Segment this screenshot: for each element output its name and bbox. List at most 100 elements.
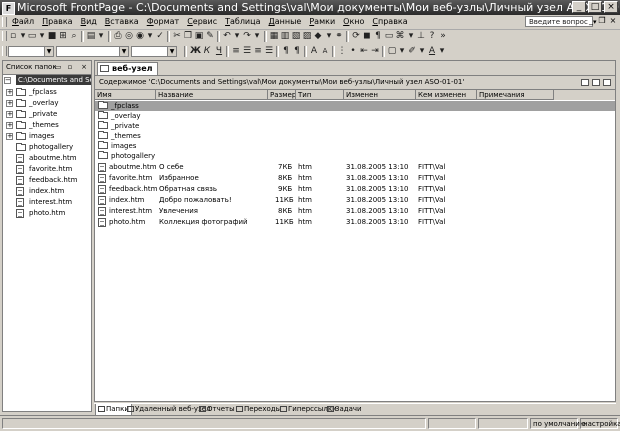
menu-format[interactable]: Формат [143,15,183,29]
rtl-icon[interactable]: ¶ [292,46,302,56]
font-combo[interactable]: ▼ [56,46,129,57]
font-size-combo[interactable]: ▼ [131,46,177,57]
standard-toolbar-grip[interactable] [2,31,7,41]
align-center-icon[interactable]: ☰ [242,46,252,56]
open-icon[interactable]: ▭ [27,31,37,41]
undo-dropdown-icon[interactable]: ▾ [232,31,242,41]
new-page-icon[interactable]: ▫ [66,63,74,71]
web-component-icon[interactable]: ▦ [269,31,279,41]
doc-minimize-button[interactable]: _ [586,16,596,26]
italic-icon[interactable]: К [202,46,212,56]
new-page-icon[interactable]: ▫ [8,31,18,41]
close-button[interactable]: × [604,1,618,13]
font-size-dropdown-icon[interactable]: ▼ [167,47,176,56]
open-dropdown-icon[interactable]: ▾ [37,31,47,41]
insert-picture-icon[interactable]: ▨ [302,31,312,41]
underline-icon[interactable]: Ч [214,46,224,56]
new-page-icon[interactable] [592,79,600,86]
preview-in-browser-icon[interactable]: ◉ [135,31,145,41]
insert-layer-icon[interactable]: ▧ [291,31,301,41]
column-comments[interactable]: Примечания [477,90,554,100]
refresh-icon[interactable]: ⟳ [351,31,361,41]
borders-icon[interactable]: ▢ [387,46,397,56]
menu-table[interactable]: Таблица [221,15,264,29]
drawing-icon[interactable]: ◆ [313,31,323,41]
numbering-icon[interactable]: ⋮ [337,46,347,56]
view-tasks-button[interactable]: Задачи [327,404,362,415]
undo-icon[interactable]: ↶ [222,31,232,41]
table-row[interactable]: index.htm Добро пожаловать! 11КБ htm 31.… [95,195,615,205]
font-color-dropdown-icon[interactable]: ▾ [437,46,447,56]
new-folder-icon[interactable] [581,79,589,86]
collapse-icon[interactable]: − [4,77,11,84]
layer-dropdown-icon[interactable]: ▾ [406,31,416,41]
menu-frames[interactable]: Рамки [305,15,339,29]
draw-dropdown-icon[interactable]: ▾ [324,31,334,41]
menu-help[interactable]: Справка [368,15,411,29]
pane-dropdown-icon[interactable]: ▾ [96,31,106,41]
maximize-button[interactable]: □ [588,1,602,13]
column-type[interactable]: Тип [296,90,344,100]
increase-font-icon[interactable]: A [309,46,319,56]
menu-insert[interactable]: Вставка [101,15,143,29]
save-icon[interactable]: ■ [47,31,57,41]
style-combo[interactable]: ▼ [8,46,54,57]
align-left-icon[interactable]: ≡ [231,46,241,56]
redo-icon[interactable]: ↷ [242,31,252,41]
help-icon[interactable]: ? [427,31,437,41]
tree-root[interactable]: − C:\Documents and Settings [4,75,91,86]
minimize-button[interactable]: _ [572,1,586,13]
menu-tools[interactable]: Сервис [183,15,221,29]
column-size[interactable]: Размер [268,90,296,100]
font-dropdown-icon[interactable]: ▼ [119,47,128,56]
help-search-input[interactable]: Введите вопрос [525,16,593,27]
menu-window[interactable]: Окно [339,15,368,29]
search-icon[interactable]: ⌕ [69,31,79,41]
preview-icon[interactable]: ◎ [124,31,134,41]
menu-file[interactable]: Файл [8,15,38,29]
publish-icon[interactable]: ⊞ [58,31,68,41]
table-row[interactable]: interest.htm Увлечения 8КБ htm 31.08.200… [95,206,615,216]
redo-dropdown-icon[interactable]: ▾ [252,31,262,41]
up-folder-icon[interactable] [603,79,611,86]
doc-close-button[interactable]: × [608,16,618,26]
expand-icon[interactable]: + [6,111,13,118]
view-navigation-button[interactable]: Переходы [236,404,281,415]
insert-hyperlink-icon[interactable]: ⚭ [334,31,344,41]
show-layer-icon[interactable]: ▭ [384,31,394,41]
table-row[interactable]: photogallery [95,151,615,161]
font-color-icon[interactable]: A [427,46,437,56]
expand-icon[interactable]: + [6,89,13,96]
justify-icon[interactable]: ☰ [264,46,274,56]
toggle-pane-icon[interactable]: ▤ [86,31,96,41]
close-pane-icon[interactable]: × [80,63,88,71]
expand-icon[interactable]: + [6,100,13,107]
align-right-icon[interactable]: ≡ [253,46,263,56]
paste-icon[interactable]: ▣ [194,31,204,41]
table-row[interactable]: _fpclass [95,101,615,111]
table-row[interactable]: favorite.htm Избранное 8КБ htm 31.08.200… [95,173,615,183]
table-row[interactable]: _themes [95,131,615,141]
doc-restore-button[interactable]: ❐ [597,16,607,26]
toolbar-options-icon[interactable]: » [438,31,448,41]
copy-icon[interactable]: ❐ [183,31,193,41]
format-painter-icon[interactable]: ✎ [205,31,215,41]
column-modified[interactable]: Изменен [344,90,416,100]
ltr-icon[interactable]: ¶ [281,46,291,56]
cut-icon[interactable]: ✂ [172,31,182,41]
spelling-icon[interactable]: ✓ [155,31,165,41]
increase-indent-icon[interactable]: ⇥ [370,46,380,56]
preview-dropdown-icon[interactable]: ▾ [145,31,155,41]
ruler-icon[interactable]: ⊥ [416,31,426,41]
new-folder-icon[interactable]: ▭ [54,63,62,71]
highlight-icon[interactable]: ✐ [407,46,417,56]
table-row[interactable]: _private [95,121,615,131]
highlight-dropdown-icon[interactable]: ▾ [417,46,427,56]
menu-edit[interactable]: Правка [38,15,76,29]
expand-icon[interactable]: + [6,133,13,140]
bullets-icon[interactable]: • [348,46,358,56]
table-row[interactable]: images [95,141,615,151]
status-custom[interactable]: настройка [580,418,620,429]
column-title[interactable]: Название [156,90,268,100]
insert-table-icon[interactable]: ▥ [280,31,290,41]
